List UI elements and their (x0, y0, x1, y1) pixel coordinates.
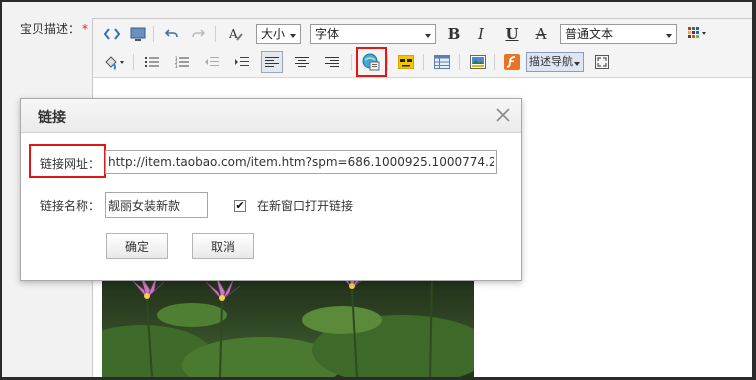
ok-button[interactable]: 确定 (106, 233, 168, 259)
close-icon[interactable] (493, 105, 513, 125)
description-nav-select[interactable]: 描述导航 (526, 52, 584, 72)
url-label: 链接网址： (40, 157, 101, 171)
source-code-icon[interactable] (101, 23, 123, 45)
background-color-icon[interactable] (101, 51, 129, 73)
description-nav-label: 描述导航 (529, 55, 573, 68)
redo-icon[interactable] (187, 23, 209, 45)
chevron-down-icon (290, 34, 296, 38)
undo-icon[interactable] (161, 23, 183, 45)
underline-button[interactable]: U (501, 23, 523, 45)
url-input[interactable] (105, 150, 497, 174)
emoticon-icon[interactable] (395, 51, 417, 73)
strikethrough-button[interactable]: A (530, 23, 552, 45)
font-size-value: 大小 (261, 27, 286, 41)
align-left-icon[interactable] (261, 51, 283, 73)
fullscreen-icon[interactable] (591, 51, 613, 73)
italic-button[interactable]: I (470, 23, 492, 45)
svg-text:3: 3 (175, 64, 178, 68)
description-label-text: 宝贝描述： (20, 22, 81, 36)
chevron-down-icon (425, 34, 431, 38)
toolbar-separator (215, 26, 216, 42)
chevron-down-icon (574, 62, 580, 66)
toolbar-separator (459, 54, 460, 70)
paragraph-format-select[interactable]: 普通文本 (560, 24, 677, 44)
toolbar-separator (387, 54, 388, 70)
svg-text:A: A (228, 27, 238, 41)
link-name-input[interactable] (105, 192, 208, 218)
insert-flash-icon[interactable] (501, 51, 523, 73)
toolbar-row-2: 123 描述导航 (93, 49, 752, 75)
new-window-checkbox[interactable]: ✔ (234, 200, 246, 212)
toolbar-separator (153, 26, 154, 42)
insert-link-icon[interactable] (360, 51, 382, 73)
cancel-button[interactable]: 取消 (192, 233, 254, 259)
description-field-label: 宝贝描述： * (20, 20, 88, 37)
toolbar-separator (423, 54, 424, 70)
insert-table-icon[interactable] (431, 51, 453, 73)
align-center-icon[interactable] (291, 51, 313, 73)
required-mark: * (82, 22, 89, 36)
link-dialog: 链接 链接网址： 链接名称： ✔ 在新窗口打开链接 确定 取消 (20, 98, 522, 281)
clear-format-icon[interactable]: A (225, 23, 247, 45)
font-size-select[interactable]: 大小 (256, 24, 301, 44)
link-name-label: 链接名称： (40, 199, 101, 213)
align-right-icon[interactable] (321, 51, 343, 73)
font-family-value: 字体 (315, 27, 340, 41)
outdent-icon[interactable] (201, 51, 223, 73)
toolbar-separator (351, 54, 352, 70)
new-window-label: 在新窗口打开链接 (257, 199, 354, 213)
toolbar-separator (494, 54, 495, 70)
dialog-title: 链接 (38, 110, 66, 126)
bulleted-list-icon[interactable] (141, 51, 163, 73)
indent-icon[interactable] (231, 51, 253, 73)
chevron-down-icon (666, 34, 672, 38)
editor-toolbar: A 大小 字体 B I U A 普通文本 1 2 3 描述导航 (93, 19, 752, 78)
bold-button[interactable]: B (443, 23, 465, 45)
insert-image-icon[interactable] (467, 51, 489, 73)
text-color-icon[interactable] (685, 23, 711, 45)
preview-icon[interactable] (127, 23, 149, 45)
dialog-header: 链接 (21, 99, 521, 133)
toolbar-row-1: A 大小 字体 B I U A 普通文本 (93, 21, 752, 47)
paragraph-format-value: 普通文本 (565, 27, 614, 41)
font-family-select[interactable]: 字体 (310, 24, 436, 44)
editor-page: 宝贝描述： * A 大小 字体 B I U A 普通文本 1 2 3 描述导航 … (2, 2, 752, 377)
toolbar-separator (133, 54, 134, 70)
numbered-list-icon[interactable]: 123 (171, 51, 193, 73)
